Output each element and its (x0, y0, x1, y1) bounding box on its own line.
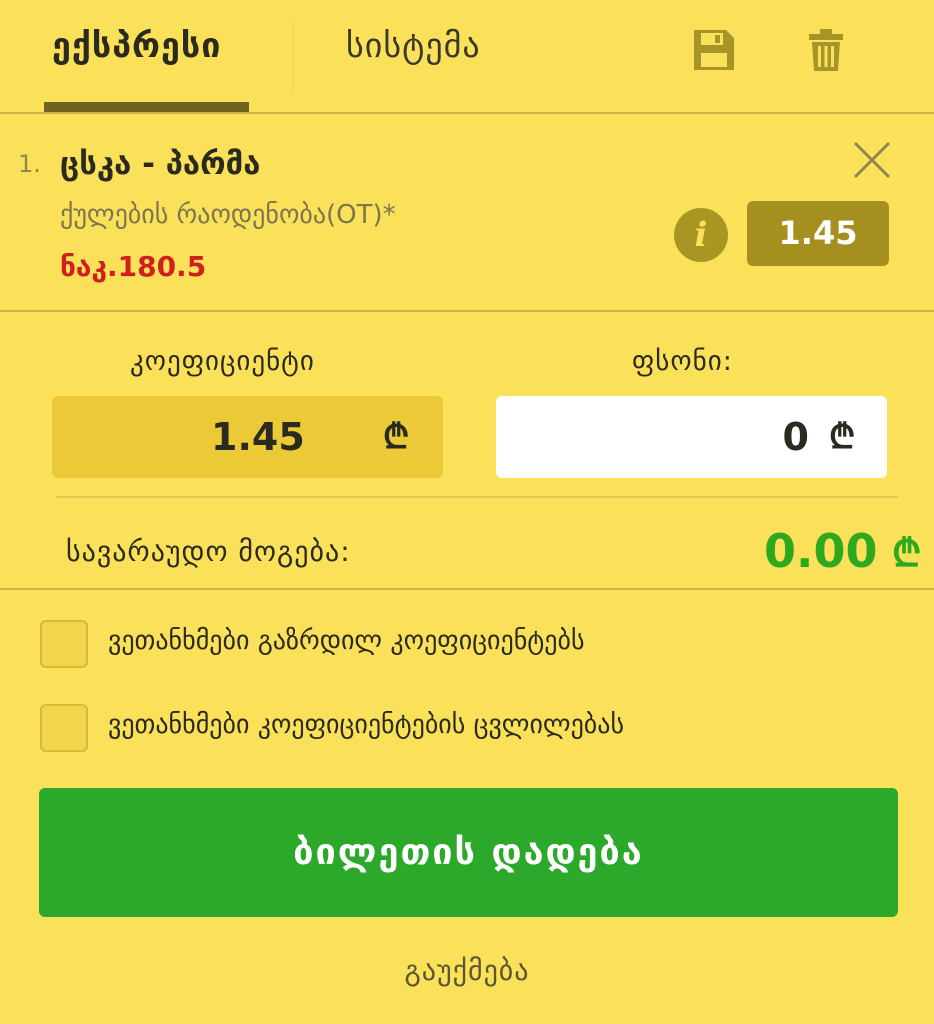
trash-icon[interactable] (806, 28, 850, 72)
accept-increased-odds-checkbox[interactable] (40, 620, 88, 668)
place-bet-button[interactable]: ბილეთის დადება (39, 788, 898, 917)
bet-index: 1. (18, 150, 41, 178)
odds-field: 1.45 ₾ (52, 396, 443, 478)
lari-icon: ₾ (829, 417, 856, 457)
odds-label: კოეფიციენტი (130, 346, 315, 377)
accept-odds-changes-label: ვეთანხმები კოეფიციენტების ცვლილებას (108, 710, 625, 740)
close-icon[interactable] (850, 138, 894, 182)
tab-system[interactable]: სისტემა (346, 26, 481, 66)
cancel-button[interactable]: გაუქმება (0, 954, 934, 987)
stake-value[interactable]: 0 (783, 396, 809, 478)
accept-increased-odds-label: ვეთანხმები გაზრდილ კოეფიციენტებს (108, 626, 585, 656)
divider (56, 496, 898, 498)
lari-icon: ₾ (383, 417, 410, 457)
bet-match-name: ცსკა - პარმა (60, 146, 261, 182)
lari-icon: ₾ (892, 531, 922, 575)
possible-win-label: სავარაუდო მოგება: (66, 535, 351, 568)
divider (0, 588, 934, 590)
odds-badge: 1.45 (747, 201, 889, 266)
bet-line: ნაკ.180.5 (60, 250, 207, 283)
info-icon[interactable]: i (674, 208, 728, 262)
tab-express[interactable]: ექსპრესი (52, 26, 221, 66)
stake-input[interactable]: 0 ₾ (496, 396, 887, 478)
bet-selection: 1. ცსკა - პარმა ქულების რაოდენობა(OT)* ნ… (0, 112, 934, 312)
stake-label: ფსონი: (632, 346, 733, 377)
tab-divider (292, 22, 294, 92)
active-tab-indicator (44, 102, 249, 112)
save-icon[interactable] (692, 28, 736, 72)
bet-slip-tabs: ექსპრესი სისტემა (0, 0, 934, 114)
odds-value: 1.45 (211, 415, 305, 459)
accept-odds-changes-checkbox[interactable] (40, 704, 88, 752)
possible-win-value: 0.00 (764, 524, 878, 578)
bet-market: ქულების რაოდენობა(OT)* (60, 200, 396, 230)
